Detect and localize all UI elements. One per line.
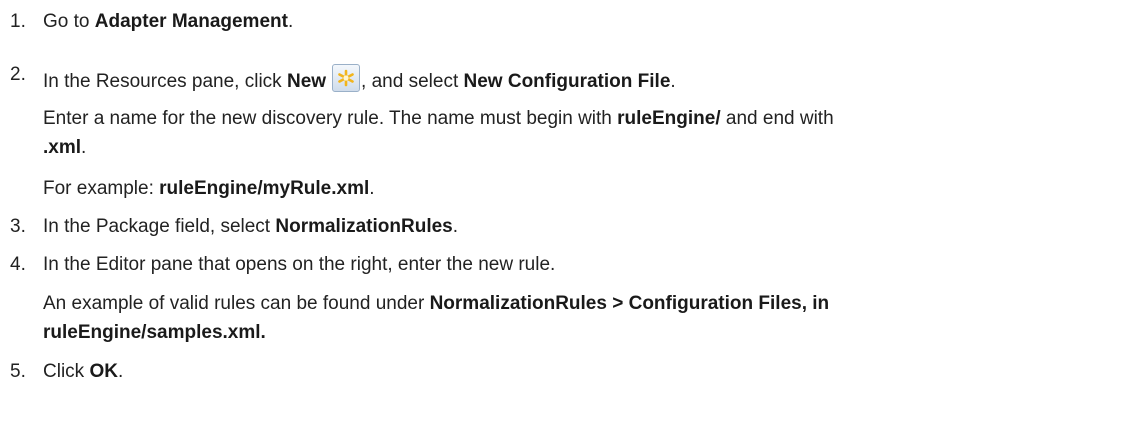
step-2-detail-line-2: .xml.: [43, 137, 87, 158]
menu-item-name: New Configuration File: [463, 71, 671, 92]
step-4-detail-line-1: An example of valid rules can be found u…: [43, 293, 830, 314]
example-filename: ruleEngine/myRule.xml: [159, 178, 370, 199]
button-name: New: [286, 71, 327, 92]
step-text: In the Editor pane that opens on the rig…: [43, 254, 556, 275]
step-2-example: For example: ruleEngine/myRule.xml.: [43, 178, 375, 199]
step-4-detail-line-2: ruleEngine/samples.xml.: [43, 322, 266, 344]
new-star-icon: [332, 64, 361, 92]
prefix-name: ruleEngine/: [617, 108, 721, 129]
step-number: 2.: [10, 64, 26, 85]
step-text: Go to Adapter Management.: [43, 11, 294, 32]
step-2-detail-line-1: Enter a name for the new discovery rule.…: [43, 108, 834, 129]
button-name: OK: [89, 361, 118, 382]
step-number: 4.: [10, 254, 26, 275]
menu-name: Adapter Management: [94, 11, 288, 32]
step-text: In the Resources pane, click New , and s…: [43, 64, 676, 93]
step-number: 1.: [10, 11, 26, 32]
step-number: 3.: [10, 216, 26, 237]
suffix-name: .xml: [43, 137, 82, 158]
sample-filename: ruleEngine/samples.xml.: [43, 322, 266, 343]
package-name: NormalizationRules: [275, 216, 453, 237]
step-number: 5.: [10, 361, 26, 382]
step-text: Click OK.: [43, 361, 124, 382]
path-name: NormalizationRules > Configuration Files…: [429, 293, 830, 314]
step-text: In the Package field, select Normalizati…: [43, 216, 459, 237]
